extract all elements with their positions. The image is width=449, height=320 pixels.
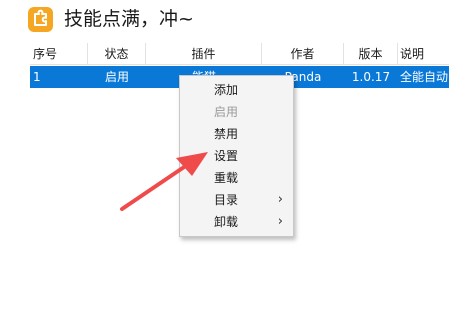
annotation-arrow-icon — [120, 152, 208, 211]
